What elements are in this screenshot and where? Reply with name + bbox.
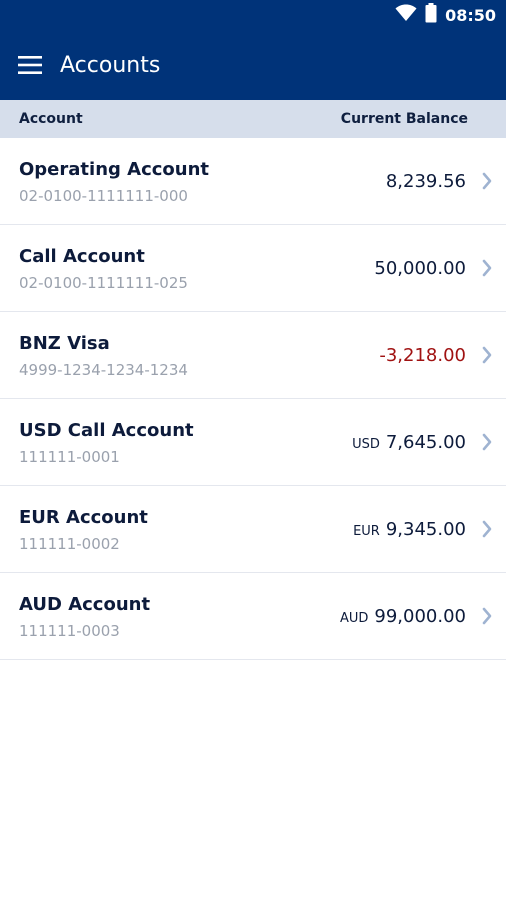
chevron-right-icon	[482, 346, 492, 364]
currency-code: AUD	[339, 611, 369, 626]
chevron-right-icon	[482, 607, 492, 625]
currency-code: EUR	[353, 524, 380, 539]
account-number: 111111-0002	[19, 535, 120, 553]
wifi-icon	[395, 4, 417, 26]
balance-amount: -3,218.00	[379, 345, 466, 366]
account-number: 4999-1234-1234-1234	[19, 361, 188, 379]
column-header-account: Account	[19, 111, 83, 127]
chevron-right-icon	[482, 172, 492, 190]
account-name: AUD Account	[19, 594, 151, 615]
account-row-operating[interactable]: Operating Account 02-0100-1111111-000 8,…	[0, 138, 506, 225]
status-icons: 08:50	[395, 0, 496, 30]
account-number: 111111-0001	[19, 448, 120, 466]
currency-code: USD	[352, 437, 380, 452]
account-name: Call Account	[19, 246, 145, 267]
balance-amount: 7,645.00	[385, 432, 466, 453]
balance-amount: 50,000.00	[374, 258, 466, 279]
status-time: 08:50	[445, 5, 496, 25]
battery-icon	[425, 3, 437, 27]
chevron-right-icon	[482, 259, 492, 277]
account-balance: 50,000.00	[374, 258, 466, 279]
menu-icon	[18, 56, 42, 74]
account-name: EUR Account	[19, 507, 148, 528]
account-name: Operating Account	[19, 159, 210, 180]
account-name: USD Call Account	[19, 420, 194, 441]
app-bar: Accounts	[0, 30, 506, 100]
account-balance: -3,218.00	[379, 345, 466, 366]
accounts-list: Operating Account 02-0100-1111111-000 8,…	[0, 138, 506, 660]
column-header: Account Current Balance	[0, 100, 506, 138]
account-row-usd-call[interactable]: USD Call Account 111111-0001 USD 7,645.0…	[0, 399, 506, 486]
balance-amount: 9,345.00	[385, 519, 466, 540]
page-title: Accounts	[60, 52, 161, 78]
account-balance: 8,239.56	[386, 171, 466, 192]
account-balance: AUD 99,000.00	[340, 606, 466, 627]
accounts-screen: 08:50 Accounts Account Current Balance O…	[0, 0, 506, 900]
column-header-balance: Current Balance	[340, 111, 468, 127]
account-name: BNZ Visa	[19, 333, 110, 354]
chevron-right-icon	[482, 520, 492, 538]
account-balance: USD 7,645.00	[352, 432, 466, 453]
account-row-bnz-visa[interactable]: BNZ Visa 4999-1234-1234-1234 -3,218.00	[0, 312, 506, 399]
account-number: 02-0100-1111111-000	[19, 187, 188, 205]
account-balance: EUR 9,345.00	[353, 519, 466, 540]
balance-amount: 8,239.56	[385, 171, 466, 192]
account-number: 02-0100-1111111-025	[19, 274, 188, 292]
menu-button[interactable]	[0, 30, 60, 100]
chevron-right-icon	[482, 433, 492, 451]
account-row-aud[interactable]: AUD Account 111111-0003 AUD 99,000.00	[0, 573, 506, 660]
account-row-call[interactable]: Call Account 02-0100-1111111-025 50,000.…	[0, 225, 506, 312]
account-number: 111111-0003	[19, 622, 120, 640]
balance-amount: 99,000.00	[374, 606, 466, 627]
status-bar: 08:50	[0, 0, 506, 30]
account-row-eur[interactable]: EUR Account 111111-0002 EUR 9,345.00	[0, 486, 506, 573]
